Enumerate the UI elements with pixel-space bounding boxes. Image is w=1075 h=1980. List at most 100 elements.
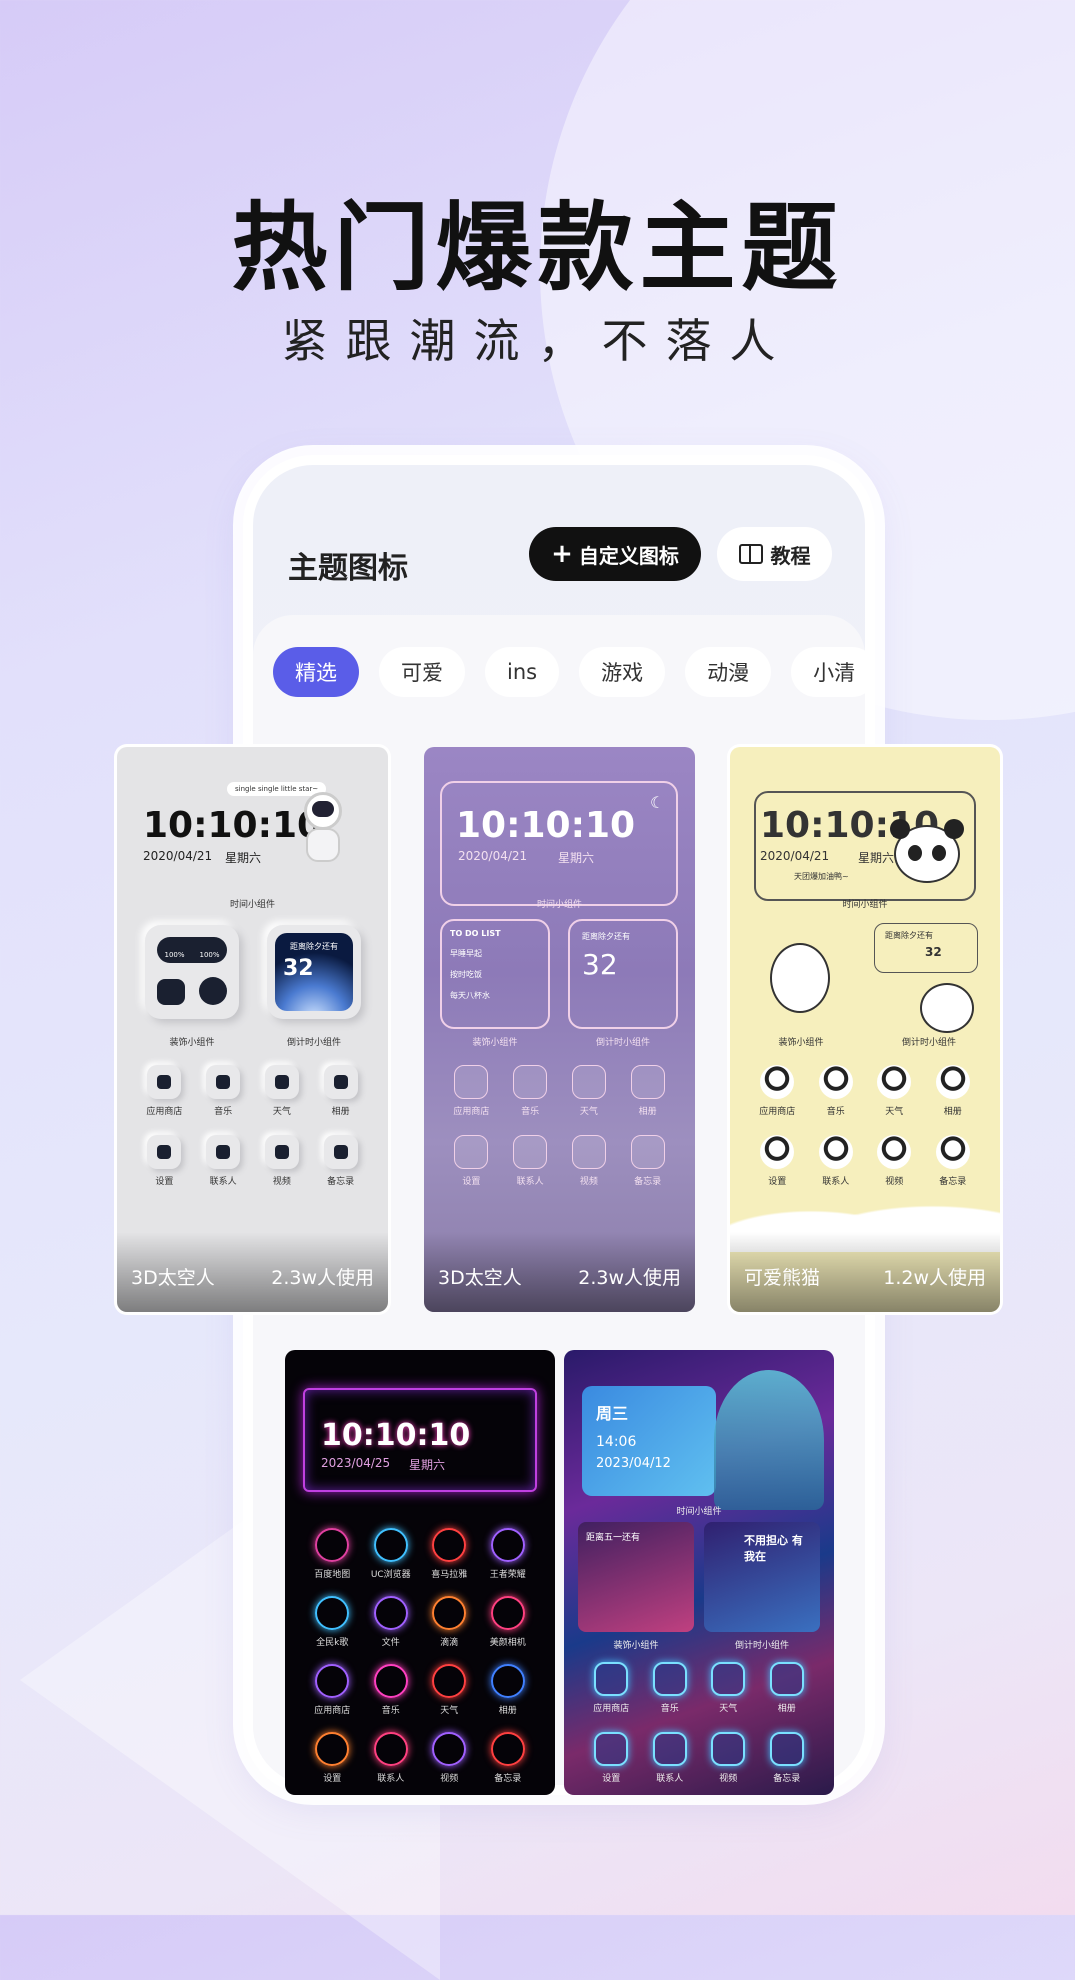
panda-app-icon	[818, 1135, 853, 1169]
notes-icon	[323, 1135, 358, 1169]
app-icon: 设置	[748, 1135, 807, 1187]
app-store-icon	[594, 1662, 629, 1696]
custom-icon-button[interactable]: + 自定义图标	[529, 527, 701, 581]
theme-card[interactable]: 周三 14:06 2023/04/12 时间小组件 距离五一还有 不用担心 有我…	[564, 1350, 834, 1795]
todo-item: 每天八杯水	[450, 991, 490, 1000]
tab-cute[interactable]: 可爱	[379, 647, 465, 697]
karaoke-icon	[315, 1596, 350, 1630]
tab-ins[interactable]: ins	[485, 647, 560, 697]
app-icon: 相册	[924, 1065, 983, 1117]
theme-card[interactable]: single single little star~ 10:10:10 2020…	[117, 747, 388, 1312]
photos-icon	[323, 1065, 358, 1099]
photos-icon	[630, 1065, 665, 1099]
date-text: 2023/04/25	[321, 1456, 391, 1470]
tab-games[interactable]: 游戏	[579, 647, 666, 697]
widget-text: 距离五一还有	[586, 1533, 641, 1543]
video-icon	[264, 1135, 299, 1169]
widget-label: 时间小组件	[676, 1507, 722, 1517]
countdown-widget: 距离除夕还有 32	[267, 925, 361, 1019]
widget-label: 时间小组件	[842, 900, 888, 910]
countdown-title: 距离除夕还有	[290, 942, 338, 951]
panda-sticker	[770, 943, 830, 1013]
date-text: 2020/04/21	[458, 849, 528, 863]
app-icon: 联系人	[807, 1135, 866, 1187]
app-icon: 滴滴	[420, 1596, 479, 1648]
promo-headline: 热门爆款主题	[231, 192, 844, 304]
usage-count: 2.3w人使用	[578, 1267, 681, 1289]
battery-level: 100%	[164, 951, 185, 959]
usage-count: 2.3w人使用	[271, 1267, 374, 1289]
app-icon: 相册	[311, 1065, 370, 1117]
app-icon: 文件	[362, 1596, 421, 1648]
app-icon: 视频	[865, 1135, 924, 1187]
app-icon: 音乐	[807, 1065, 866, 1117]
countdown-widget: 距离除夕还有 32	[568, 919, 678, 1029]
file-icon	[373, 1596, 408, 1630]
tab-featured[interactable]: 精选	[273, 647, 359, 697]
countdown-title: 距离除夕还有	[885, 931, 933, 940]
widget-label: 装饰小组件	[613, 1641, 659, 1651]
widget-label: 倒计时小组件	[734, 1641, 789, 1651]
notes-icon	[490, 1732, 525, 1766]
video-icon	[571, 1135, 606, 1169]
map-icon	[315, 1528, 350, 1562]
contacts-icon	[373, 1732, 408, 1766]
music-icon	[373, 1664, 408, 1698]
note-text: 天团爆加油鸭~	[794, 872, 849, 881]
todo-title: TO DO LIST	[450, 929, 501, 938]
app-icon-grid: 百度地图 UC浏览器 喜马拉雅 王者荣耀 全民k歌 文件 滴滴 美颜相机 应用商…	[303, 1528, 537, 1784]
widget-text: 不用担心 有我在	[744, 1534, 803, 1563]
theme-card[interactable]: 10:10:10 2020/04/21 星期六 天团爆加油鸭~ 时间小组件 距离…	[730, 747, 1000, 1312]
music-icon	[206, 1065, 241, 1099]
tutorial-button[interactable]: 教程	[717, 527, 832, 581]
contacts-icon	[513, 1135, 548, 1169]
music-icon	[652, 1662, 687, 1696]
theme-card[interactable]: 10:10:10 2023/04/25 星期六 百度地图 UC浏览器 喜马拉雅 …	[285, 1350, 555, 1795]
moon-icon: ☾	[650, 793, 665, 812]
settings-icon	[315, 1732, 350, 1766]
app-icon: 音乐	[194, 1065, 253, 1117]
plus-icon: +	[551, 539, 573, 569]
astronaut-icon	[292, 792, 352, 867]
app-icon: 备忘录	[758, 1732, 817, 1784]
panda-icon	[890, 819, 968, 889]
video-icon	[432, 1732, 467, 1766]
widget-label: 时间小组件	[536, 900, 582, 910]
app-icon: 联系人	[194, 1135, 253, 1187]
theme-card[interactable]: 10:10:10 2020/04/21 星期六 ☾ 时间小组件 TO DO LI…	[424, 747, 695, 1312]
panda-app-icon	[760, 1065, 795, 1099]
countdown-title: 距离除夕还有	[582, 932, 630, 941]
widget-label: 倒计时小组件	[595, 1038, 650, 1048]
weekday-text: 星期六	[858, 851, 895, 865]
app-icon: 视频	[253, 1135, 312, 1187]
app-icon: 天气	[560, 1065, 619, 1117]
app-icon: 联系人	[362, 1732, 421, 1784]
panda-sticker	[920, 983, 974, 1033]
app-icon: 设置	[582, 1732, 641, 1784]
theme-name: 3D太空人	[438, 1267, 522, 1289]
notes-icon	[769, 1732, 804, 1766]
tab-fresh[interactable]: 小清	[791, 647, 865, 697]
decor-widget: 100% 100%	[145, 925, 239, 1019]
date-text: 2020/04/21	[760, 849, 830, 863]
countdown-value: 32	[283, 956, 314, 981]
app-icon: 备忘录	[618, 1135, 677, 1187]
panda-app-icon	[877, 1135, 912, 1169]
app-icon: 联系人	[501, 1135, 560, 1187]
settings-icon	[147, 1135, 182, 1169]
contacts-icon	[206, 1135, 241, 1169]
card-footer: 可爱熊猫 1.2w人使用	[730, 1232, 1000, 1312]
app-icon: 全民k歌	[303, 1596, 362, 1648]
app-icon: 设置	[442, 1135, 501, 1187]
camera-icon	[490, 1596, 525, 1630]
app-icon: 应用商店	[582, 1662, 641, 1714]
app-store-icon	[147, 1065, 182, 1099]
app-store-icon	[454, 1065, 489, 1099]
widget-label: 时间小组件	[229, 900, 275, 910]
tab-anime[interactable]: 动漫	[685, 647, 772, 697]
card-footer: 3D太空人 2.3w人使用	[117, 1232, 388, 1312]
countdown-widget: 距离除夕还有 32	[874, 923, 978, 973]
widget-label: 装饰小组件	[778, 1038, 824, 1048]
app-icon-grid: 应用商店 音乐 天气 相册 设置 联系人 视频 备忘录	[748, 1065, 982, 1187]
app-icon-grid: 应用商店 音乐 天气 相册 设置 联系人 视频 备忘录	[582, 1662, 816, 1784]
